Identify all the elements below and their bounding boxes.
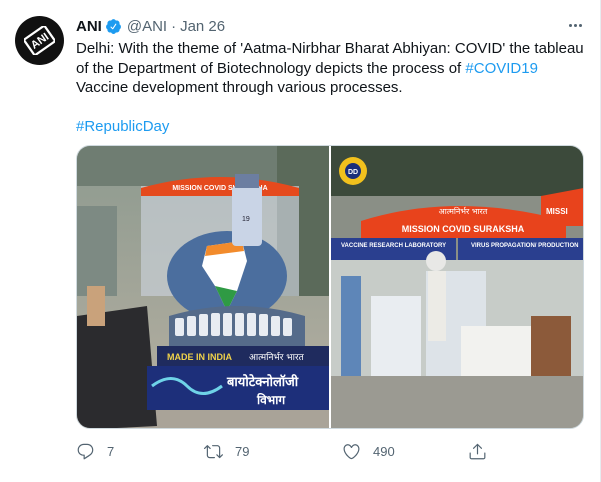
tweet-paragraph-1: Delhi: With the theme of 'Aatma-Nirbhar … <box>76 39 591 98</box>
header-separator: · <box>171 17 177 35</box>
more-dots-icon[interactable] <box>566 16 584 34</box>
like-count: 490 <box>373 443 395 459</box>
tweet-header: ANI @ANI · Jan 26 <box>76 15 225 37</box>
retweet-icon <box>204 444 223 458</box>
tweet-text-part-2: Vaccine development through various proc… <box>76 79 403 96</box>
tweet-paragraph-2: #RepublicDay <box>76 117 591 137</box>
retweet-count: 79 <box>235 443 250 459</box>
media-image-2[interactable]: DD आत्मनिर्भर भारत MISSION COVID SURAKSH… <box>331 146 583 428</box>
hashtag-covid19[interactable]: #COVID19 <box>465 60 538 77</box>
reply-button[interactable]: 7 <box>76 439 114 463</box>
share-icon <box>469 443 486 459</box>
tweet-date[interactable]: Jan 26 <box>180 18 225 35</box>
tweet-text: Delhi: With the theme of 'Aatma-Nirbhar … <box>76 39 591 137</box>
tweet-card[interactable]: ANI ANI @ANI · Jan 26 Delhi: With the th… <box>0 0 601 482</box>
verified-badge-icon <box>105 18 122 35</box>
vial-label: 19 <box>242 216 250 223</box>
made-in-india-text: MADE IN INDIA <box>167 352 233 362</box>
hindi-banner-text: आत्मनिर्भर भारत <box>439 206 488 216</box>
media-image-1[interactable]: MISSION COVID SURAKSHA 19 MADE IN INDIA <box>77 146 329 428</box>
reply-icon <box>77 443 94 459</box>
media-grid: MISSION COVID SURAKSHA 19 MADE IN INDIA <box>76 145 584 429</box>
hashtag-republicday[interactable]: #RepublicDay <box>76 118 169 135</box>
banner-right-text: MISSI <box>546 207 568 216</box>
hindi-bottom-text-2: विभाग <box>256 393 286 407</box>
banner-mission-covid-2: MISSION COVID SURAKSHA <box>402 224 525 234</box>
share-button[interactable] <box>468 439 487 463</box>
heart-icon <box>343 443 360 459</box>
like-button[interactable]: 490 <box>342 439 395 463</box>
retweet-button[interactable]: 79 <box>204 439 249 463</box>
dd-logo-text: DD <box>348 169 358 176</box>
label-vaccine-research: VACCINE RESEARCH LABORATORY <box>341 243 446 249</box>
hindi-bottom-text-1: बायोटेक्नोलॉजी <box>226 374 299 390</box>
tweet-actions: 7 79 490 <box>76 439 506 463</box>
reply-count: 7 <box>107 443 115 459</box>
avatar[interactable]: ANI <box>15 16 64 65</box>
ani-logo-icon: ANI <box>24 26 55 55</box>
label-virus-propagation: VIRUS PROPAGATION/ PRODUCTION <box>471 243 578 249</box>
author-handle[interactable]: @ANI <box>127 18 167 35</box>
hindi-top-text: आत्मनिर्भर भारत <box>249 351 305 363</box>
author-name[interactable]: ANI <box>76 18 102 35</box>
